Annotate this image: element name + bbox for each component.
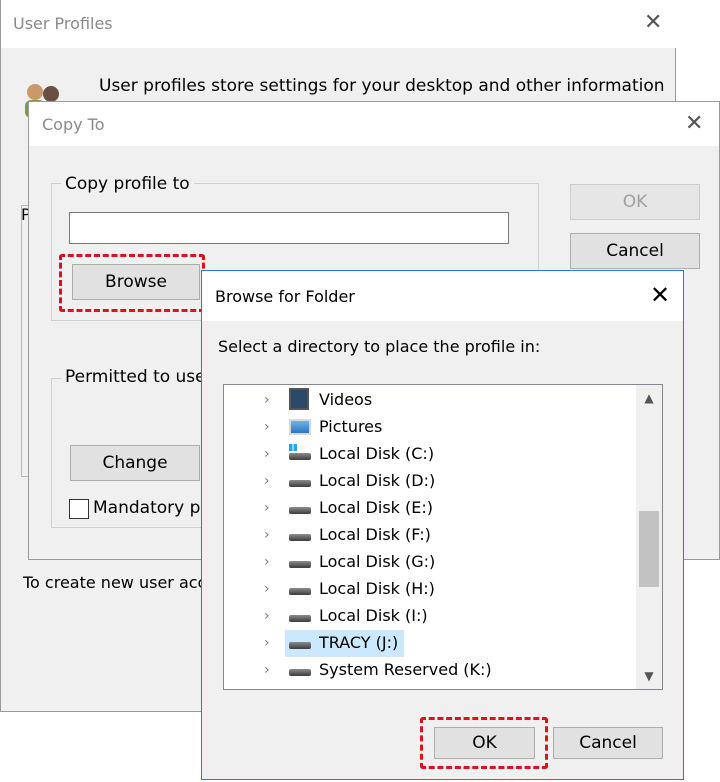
permitted-to-use-label: Permitted to use [61, 367, 210, 387]
create-user-text: To create new user acc [23, 573, 207, 592]
tree-item[interactable]: › Pictures [224, 414, 634, 441]
scroll-thumb[interactable] [639, 511, 659, 587]
close-icon[interactable]: ✕ [650, 283, 670, 307]
vertical-scrollbar[interactable]: ▲ ▼ [636, 385, 662, 689]
tree-item[interactable]: › Videos [224, 387, 634, 414]
drive-icon [289, 507, 311, 514]
tree-item[interactable]: › Local Disk (I:) [224, 603, 634, 630]
folder-tree[interactable]: › Videos › Pictures › Local Disk (C:) › Local D… [223, 384, 663, 690]
chevron-right-icon[interactable]: › [264, 447, 278, 461]
videos-icon [289, 388, 309, 410]
drive-icon [289, 561, 311, 568]
tree-item[interactable]: › Local Disk (C:) [224, 441, 634, 468]
tree-item[interactable]: › Local Disk (D:) [224, 468, 634, 495]
browse-for-folder-dialog: Browse for Folder ✕ Select a directory t… [201, 270, 684, 780]
tree-item-label: Pictures [319, 417, 383, 436]
tree-item[interactable]: › TRACY (J:) [224, 630, 634, 657]
tree-item-label: System Reserved (K:) [319, 660, 492, 679]
drive-icon [289, 534, 311, 541]
tree-item-label: TRACY (J:) [319, 633, 399, 652]
chevron-right-icon[interactable]: › [264, 474, 278, 488]
close-icon[interactable]: ✕ [685, 113, 703, 135]
drive-icon [289, 669, 311, 676]
tree-item[interactable]: › Local Disk (G:) [224, 549, 634, 576]
browse-button[interactable]: Browse [72, 264, 200, 300]
dialog-title: Copy To [42, 115, 105, 134]
dialog-title: Browse for Folder [215, 287, 355, 306]
drive-icon [289, 615, 311, 622]
tree-item-label: Local Disk (E:) [319, 498, 433, 517]
copy-to-titlebar[interactable]: Copy To ✕ [29, 102, 719, 146]
user-profiles-titlebar[interactable]: User Profiles ✕ [1, 0, 677, 48]
tree-item-label: Local Disk (C:) [319, 444, 435, 463]
tree-item-label: Videos [319, 390, 373, 409]
close-icon[interactable]: ✕ [644, 12, 662, 34]
chevron-right-icon[interactable]: › [264, 393, 278, 407]
chevron-right-icon[interactable]: › [264, 636, 278, 650]
mandatory-profile-checkbox[interactable] [69, 499, 89, 519]
pictures-icon [289, 419, 311, 435]
windows-drive-icon [289, 444, 311, 460]
ok-button[interactable]: OK [570, 184, 700, 220]
chevron-right-icon[interactable]: › [264, 501, 278, 515]
tree-item[interactable]: › Local Disk (E:) [224, 495, 634, 522]
chevron-right-icon[interactable]: › [264, 528, 278, 542]
cancel-button[interactable]: Cancel [570, 233, 700, 269]
tree-item-label: Local Disk (F:) [319, 525, 431, 544]
tree-item-label: Local Disk (H:) [319, 579, 435, 598]
mandatory-profile-label: Mandatory pr [93, 498, 208, 518]
copy-profile-to-label: Copy profile to [61, 174, 194, 194]
tree-item-label: Local Disk (I:) [319, 606, 428, 625]
scroll-up-icon[interactable]: ▲ [636, 385, 662, 411]
drive-icon [289, 642, 311, 649]
chevron-right-icon[interactable]: › [264, 663, 278, 677]
chevron-right-icon[interactable]: › [264, 609, 278, 623]
description-text: User profiles store settings for your de… [99, 76, 665, 96]
chevron-right-icon[interactable]: › [264, 555, 278, 569]
ok-button[interactable]: OK [434, 727, 535, 759]
copy-path-input[interactable] [69, 212, 509, 244]
tree-item[interactable]: › Local Disk (F:) [224, 522, 634, 549]
browse-for-folder-titlebar[interactable]: Browse for Folder ✕ [202, 271, 683, 321]
drive-icon [289, 588, 311, 595]
scroll-down-icon[interactable]: ▼ [636, 663, 662, 689]
prompt-text: Select a directory to place the profile … [218, 337, 541, 356]
tree-item[interactable]: › Local Disk (H:) [224, 576, 634, 603]
chevron-right-icon[interactable]: › [264, 582, 278, 596]
window-title: User Profiles [13, 14, 113, 33]
change-button[interactable]: Change [70, 445, 200, 481]
tree-item-label: Local Disk (D:) [319, 471, 436, 490]
tree-item-label: Local Disk (G:) [319, 552, 436, 571]
tree-item[interactable]: › System Reserved (K:) [224, 657, 634, 684]
chevron-right-icon[interactable]: › [264, 420, 278, 434]
cancel-button[interactable]: Cancel [553, 727, 663, 759]
drive-icon [289, 480, 311, 487]
